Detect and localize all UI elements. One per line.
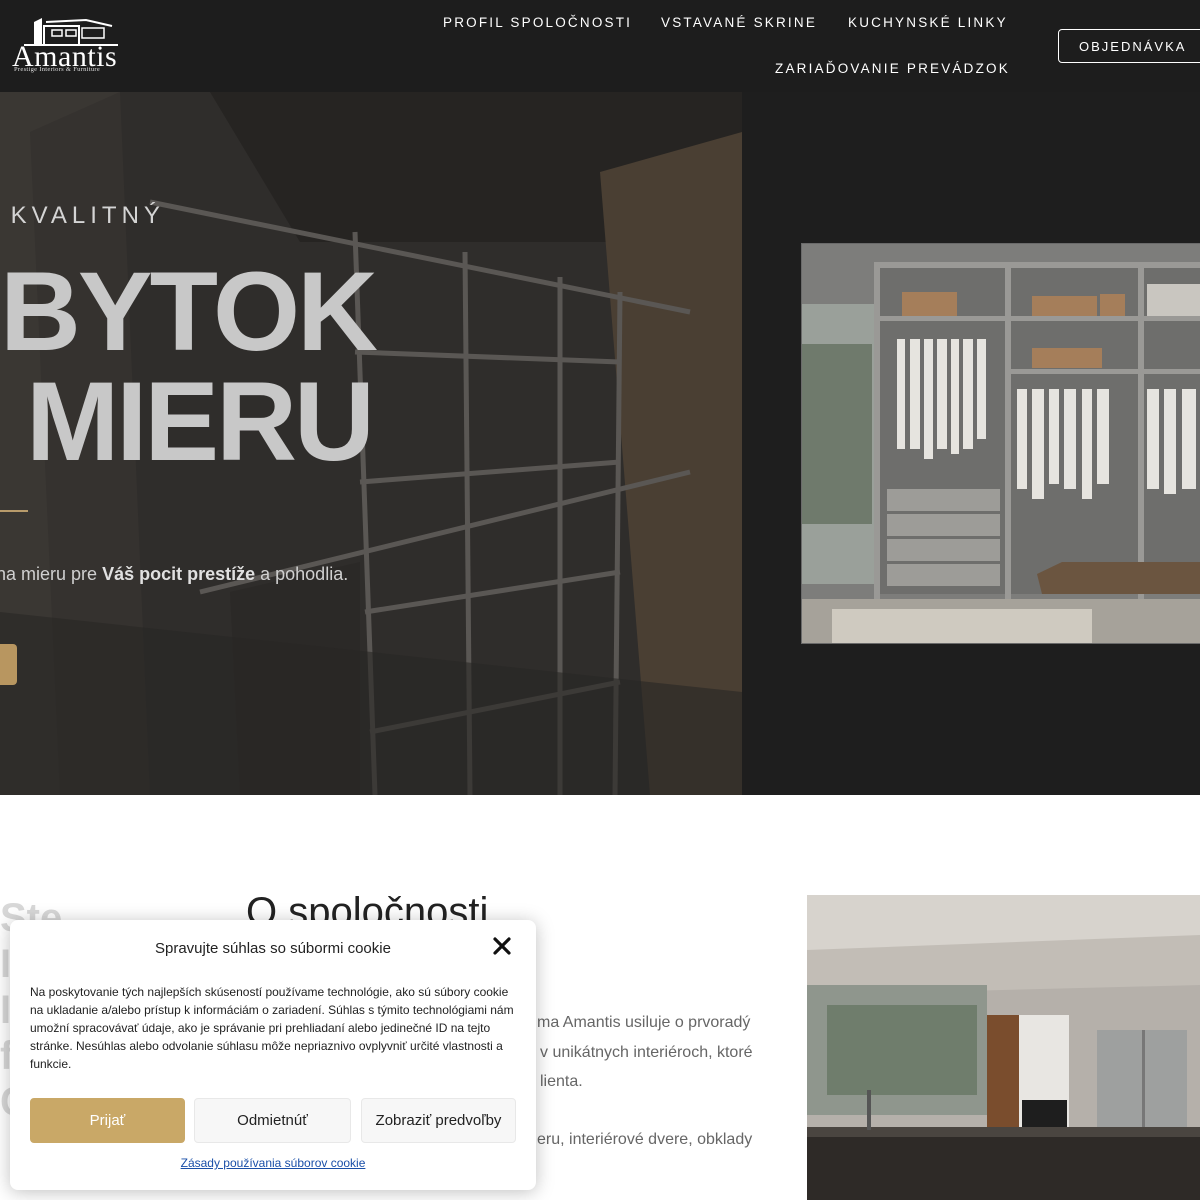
nav-kuchynske-linky[interactable]: KUCHYNSKÉ LINKY bbox=[848, 15, 1008, 30]
accept-button[interactable]: Prijať bbox=[30, 1098, 185, 1143]
about-text-line: lienta. bbox=[540, 1073, 583, 1090]
about-text-line: ma Amantis usiluje o prvoradý bbox=[537, 1014, 751, 1031]
about-text-line: v unikátnych interiéroch, ktoré bbox=[540, 1044, 753, 1061]
hero-description: na mieru pre Váš pocit prestíže a pohodl… bbox=[0, 564, 348, 585]
preferences-button[interactable]: Zobraziť predvoľby bbox=[361, 1098, 516, 1143]
close-icon[interactable] bbox=[490, 934, 514, 958]
site-logo[interactable]: Amantis Prestige Interiors & Furniture bbox=[10, 14, 128, 76]
kitchen-image bbox=[807, 895, 1200, 1200]
hero-divider bbox=[0, 510, 28, 512]
cookie-description: Na poskytovanie tých najlepších skúsenos… bbox=[30, 985, 514, 1071]
hero-section: E KVALITNÝ BYTOK MIERU na mieru pre Váš … bbox=[0, 92, 1200, 795]
cookie-title: Spravujte súhlas so súbormi cookie bbox=[155, 940, 391, 957]
nav-zariadovanie-prevadzok[interactable]: ZARIAĎOVANIE PREVÁDZOK bbox=[775, 61, 1010, 76]
cookie-consent-dialog: Spravujte súhlas so súbormi cookie Na po… bbox=[10, 920, 536, 1190]
hero-eyebrow: E KVALITNÝ bbox=[0, 202, 165, 229]
deny-button[interactable]: Odmietnúť bbox=[194, 1098, 351, 1143]
hero-desc-start: na mieru pre bbox=[0, 564, 103, 584]
wardrobe-image bbox=[801, 243, 1200, 644]
logo-tagline: Prestige Interiors & Furniture bbox=[14, 66, 101, 73]
nav-profil-spolocnosti[interactable]: PROFIL SPOLOČNOSTI bbox=[443, 15, 632, 30]
hero-cta-button[interactable] bbox=[0, 644, 17, 685]
nav-vstavane-skrine[interactable]: VSTAVANÉ SKRINE bbox=[661, 15, 817, 30]
hero-desc-bold: Váš pocit prestíže bbox=[102, 564, 256, 584]
site-header: Amantis Prestige Interiors & Furniture P… bbox=[0, 0, 1200, 92]
about-text-line: eru, interiérové dvere, obklady bbox=[537, 1131, 753, 1148]
hero-title-line2: MIERU bbox=[26, 359, 375, 484]
order-button[interactable]: OBJEDNÁVKA bbox=[1058, 29, 1200, 63]
hero-desc-end: a pohodlia. bbox=[255, 564, 349, 584]
cookie-policy-link[interactable]: Zásady používania súborov cookie bbox=[10, 1156, 536, 1170]
